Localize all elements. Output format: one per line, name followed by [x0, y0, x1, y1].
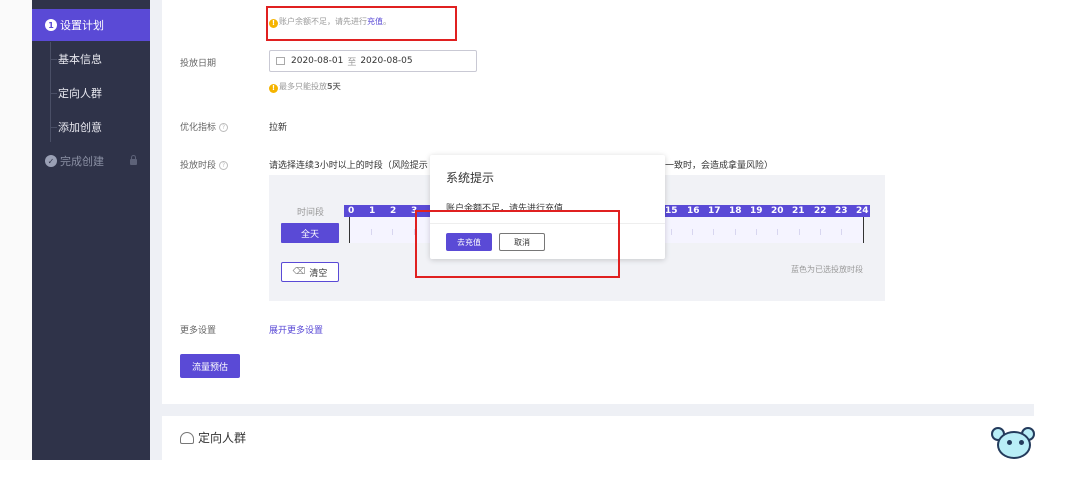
mascot-icon[interactable]: [991, 421, 1035, 461]
grid-cell-divider: [392, 229, 393, 235]
log-strip: [0, 0, 32, 460]
sidebar-item-label: 定向人群: [58, 87, 102, 100]
grid-cell-divider: [799, 229, 800, 235]
date-separator: 至: [347, 57, 357, 68]
clear-button-label: 清空: [309, 268, 328, 279]
sidebar-item-complete: ✓ 完成创建: [32, 145, 150, 177]
hour-label: 1: [369, 206, 376, 216]
section-title-text: 定向人群: [198, 431, 247, 445]
more-settings-label: 更多设置: [180, 326, 217, 336]
hour-label: 15: [665, 206, 678, 216]
hour-label: 17: [708, 206, 721, 216]
date-notice-bold: 5天: [327, 82, 341, 91]
hour-label: 2: [390, 206, 397, 216]
grid-cell-divider: [671, 229, 672, 235]
metric-label-text: 优化指标: [180, 123, 217, 133]
mascot-face: [997, 431, 1031, 459]
sidebar: 1 设置计划 基本信息 定向人群 添加创意 ✓ 完成创建: [32, 0, 150, 460]
hour-label: 20: [771, 206, 784, 216]
metric-label: 优化指标?: [180, 120, 229, 133]
grid-cell-divider: [756, 229, 757, 235]
date-notice: ! 最多只能投放5天: [269, 81, 341, 93]
sidebar-item-creative[interactable]: 添加创意: [32, 111, 150, 143]
grid-cell-divider: [841, 229, 842, 235]
eraser-icon: ⌫: [292, 267, 306, 277]
grid-cell-divider: [713, 229, 714, 235]
hour-label: 16: [687, 206, 700, 216]
period-instruction-left: 请选择连续3小时以上的时段（风险提示: [269, 161, 428, 171]
traffic-estimate-button[interactable]: 流量预估: [180, 354, 240, 378]
sidebar-item-basic-info[interactable]: 基本信息: [32, 43, 150, 75]
check-icon: ✓: [45, 155, 57, 167]
grid-period-label: 时间段: [297, 208, 325, 218]
hour-label: 24: [856, 206, 869, 216]
hour-label: 18: [729, 206, 742, 216]
period-label: 投放时段?: [180, 158, 229, 171]
audience-section: 定向人群: [162, 416, 1034, 460]
expand-more-settings-link[interactable]: 展开更多设置: [269, 323, 323, 336]
hour-label: 19: [750, 206, 763, 216]
sidebar-item-label: 完成创建: [60, 155, 104, 168]
section-title: 定向人群: [180, 429, 246, 446]
dialog-title: 系统提示: [446, 171, 495, 185]
step-number: 1: [45, 19, 57, 31]
sidebar-item-label: 基本信息: [58, 53, 102, 66]
date-notice-text: 最多只能投放: [279, 82, 327, 91]
hour-label: 23: [835, 206, 848, 216]
warning-icon: !: [269, 84, 278, 93]
screen: 1 设置计划 基本信息 定向人群 添加创意 ✓ 完成创建 ! 账户余额不足，请先进…: [0, 0, 1086, 482]
grid-cell-divider: [371, 229, 372, 235]
date-range-picker[interactable]: 2020-08-01 至 2020-08-05: [269, 50, 477, 72]
highlight-box: [415, 210, 620, 278]
grid-hint: 蓝色为已选投放时段: [791, 265, 863, 274]
grid-cell-divider: [692, 229, 693, 235]
people-icon: [180, 431, 194, 444]
period-label-text: 投放时段: [180, 161, 217, 171]
lock-icon: [130, 155, 137, 165]
grid-cell-divider: [820, 229, 821, 235]
hour-label: 22: [814, 206, 827, 216]
hour-label: 0: [348, 206, 355, 216]
date-start: 2020-08-01: [291, 56, 344, 66]
mascot-eye: [1019, 440, 1024, 445]
date-label: 投放日期: [180, 59, 217, 69]
sidebar-item-label: 设置计划: [60, 19, 104, 32]
sidebar-item-label: 添加创意: [58, 121, 102, 134]
calendar-icon: [276, 57, 285, 65]
sidebar-item-audience[interactable]: 定向人群: [32, 77, 150, 109]
date-end: 2020-08-05: [360, 56, 413, 66]
metric-value: 拉新: [269, 123, 288, 133]
all-day-button[interactable]: 全天: [281, 223, 339, 243]
grid-cell-divider: [777, 229, 778, 235]
sidebar-item-plan[interactable]: 1 设置计划: [32, 9, 150, 41]
highlight-box: [266, 6, 457, 41]
period-instruction-right: 一致时，会造成拿量风险）: [665, 161, 774, 171]
mascot-eye: [1007, 440, 1012, 445]
clear-button[interactable]: ⌫ 清空: [281, 262, 339, 282]
hour-label: 21: [792, 206, 805, 216]
help-icon[interactable]: ?: [219, 161, 229, 170]
grid-cell-divider: [735, 229, 736, 235]
help-icon[interactable]: ?: [219, 123, 229, 132]
